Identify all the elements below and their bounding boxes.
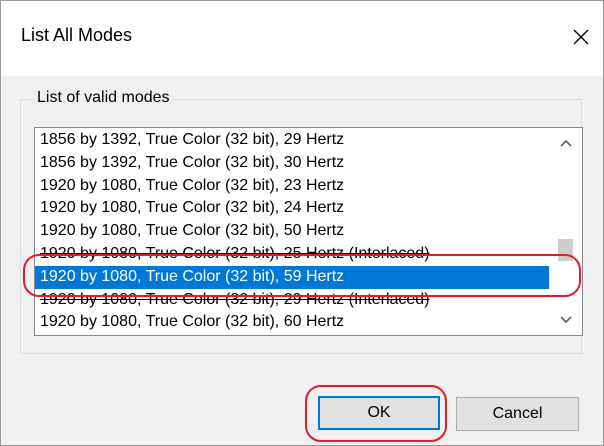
close-icon	[573, 29, 589, 45]
list-item-label: 1920 by 1080, True Color (32 bit), 60 He…	[40, 313, 345, 331]
cancel-button[interactable]: Cancel	[456, 397, 579, 431]
modes-listbox[interactable]: 1856 by 1392, True Color (32 bit), 29 He…	[34, 127, 583, 336]
selected-row-annotation	[23, 254, 581, 297]
list-item[interactable]: 1920 by 1080, True Color (32 bit), 60 He…	[35, 311, 549, 334]
scroll-up-button[interactable]	[549, 128, 582, 158]
close-button[interactable]	[559, 19, 603, 55]
list-item-label: 1920 by 1080, True Color (32 bit), 50 He…	[40, 222, 345, 240]
vertical-scrollbar[interactable]	[549, 128, 582, 335]
scroll-down-button[interactable]	[549, 305, 582, 335]
list-item[interactable]: 1856 by 1392, True Color (32 bit), 30 He…	[35, 152, 549, 175]
list-item-label: 1856 by 1392, True Color (32 bit), 29 He…	[40, 131, 345, 148]
list-item-label: 1920 by 1080, True Color (32 bit), 23 He…	[40, 176, 345, 194]
list-item[interactable]: 1920 by 1080, True Color (32 bit), 23 He…	[35, 175, 549, 198]
dialog-title: List All Modes	[21, 25, 133, 45]
list-item[interactable]: 1920 by 1080, True Color (32 bit), 50 He…	[35, 220, 549, 243]
modes-list: 1856 by 1392, True Color (32 bit), 29 He…	[35, 129, 549, 334]
ok-button-annotation	[305, 385, 447, 442]
title-bar: List All Modes	[1, 1, 603, 76]
modes-group-label: List of valid modes	[33, 89, 174, 107]
list-item-label: 1856 by 1392, True Color (32 bit), 30 He…	[40, 153, 345, 171]
list-item[interactable]: 1856 by 1392, True Color (32 bit), 29 He…	[35, 129, 549, 152]
list-item[interactable]: 1920 by 1080, True Color (32 bit), 24 He…	[35, 197, 549, 220]
chevron-down-icon	[559, 316, 572, 324]
list-item-label: 1920 by 1080, True Color (32 bit), 24 He…	[40, 199, 345, 217]
chevron-up-icon	[559, 139, 572, 147]
